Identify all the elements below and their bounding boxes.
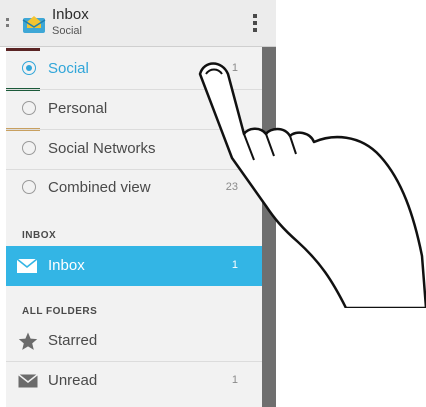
radio-icon [22,141,36,155]
account-label: Social [48,60,89,77]
drawer-toggle-icon[interactable] [6,18,10,32]
radio-icon [22,180,36,194]
section-heading-all-folders: ALL FOLDERS [22,306,98,317]
page-title: Inbox [52,6,89,23]
folder-item-unread[interactable]: Unread 1 [6,361,262,401]
folder-item-starred[interactable]: Starred [6,321,262,361]
unread-envelope-icon [18,373,38,393]
folder-label: Starred [48,332,98,349]
page-subtitle: Social [52,25,82,37]
account-label: Social Networks [48,140,156,157]
folder-label: Unread [48,372,98,389]
section-heading-inbox: INBOX [22,230,57,241]
folder-label: Inbox [48,257,85,274]
account-label: Combined view [48,179,151,196]
action-bar: Inbox Social [0,0,276,47]
radio-selected-icon [22,61,36,75]
account-label: Personal [48,100,108,117]
email-app-icon[interactable] [22,12,46,34]
overflow-menu-icon[interactable] [252,14,258,34]
star-icon [18,332,38,356]
folder-count: 1 [231,374,238,386]
radio-icon [22,101,36,115]
swipe-gesture-hand-icon [182,56,426,310]
envelope-icon [16,258,38,279]
